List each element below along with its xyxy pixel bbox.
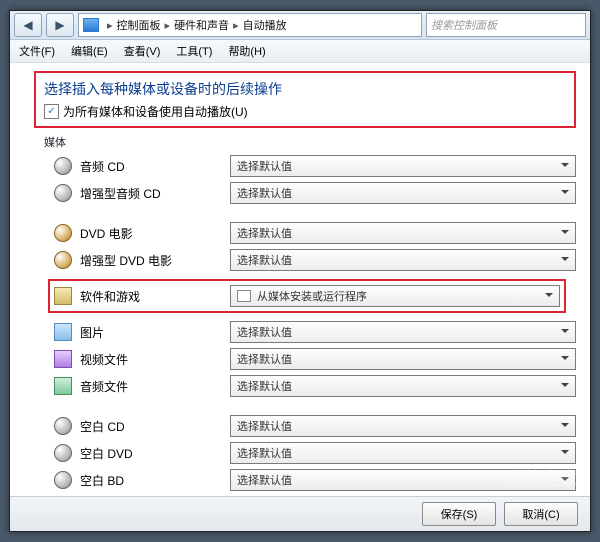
media-row: 空白 CD 选择默认值 bbox=[54, 415, 576, 437]
row-label: 增强型 DVD 电影 bbox=[80, 252, 230, 269]
autoplay-settings-window: ◀ ▶ ▸ 控制面板 ▸ 硬件和声音 ▸ 自动播放 搜索控制面板 文件(F) 编… bbox=[9, 10, 591, 532]
dropdown-default[interactable]: 选择默认值 bbox=[230, 442, 576, 464]
dropdown-value: 选择默认值 bbox=[237, 378, 292, 394]
dropdown-value: 选择默认值 bbox=[237, 418, 292, 434]
title-bar: ◀ ▶ ▸ 控制面板 ▸ 硬件和声音 ▸ 自动播放 搜索控制面板 bbox=[10, 11, 590, 40]
computer-icon bbox=[83, 18, 99, 32]
media-row: DVD 电影选择默认值 bbox=[54, 222, 576, 244]
media-icon bbox=[54, 323, 72, 341]
page-title: 选择插入每种媒体或设备时的后续操作 bbox=[44, 79, 566, 99]
media-row: 空白 BD 选择默认值 bbox=[54, 469, 576, 491]
dropdown-default[interactable]: 选择默认值 bbox=[230, 222, 576, 244]
media-row: 音频 CD 选择默认值 bbox=[54, 155, 576, 177]
media-icon bbox=[54, 377, 72, 395]
row-label: 增强型音频 CD bbox=[80, 185, 230, 202]
media-icon bbox=[54, 157, 72, 175]
media-icon bbox=[54, 184, 72, 202]
media-row: 图片选择默认值 bbox=[54, 321, 576, 343]
dropdown-default[interactable]: 选择默认值 bbox=[230, 321, 576, 343]
media-section-label: 媒体 bbox=[44, 134, 576, 150]
dropdown-value: 选择默认值 bbox=[237, 351, 292, 367]
dropdown-value: 选择默认值 bbox=[237, 185, 292, 201]
row-label: 空白 CD bbox=[80, 418, 230, 435]
forward-button[interactable]: ▶ bbox=[46, 13, 74, 37]
highlight-software: 软件和游戏 从媒体安装或运行程序 bbox=[48, 279, 566, 313]
autoplay-all-label: 为所有媒体和设备使用自动播放(U) bbox=[63, 103, 248, 120]
dropdown-value: 从媒体安装或运行程序 bbox=[257, 288, 367, 304]
row-label: 空白 DVD bbox=[80, 445, 230, 462]
crumb-hardware-sound[interactable]: 硬件和声音 bbox=[174, 17, 229, 33]
dropdown-default[interactable]: 选择默认值 bbox=[230, 415, 576, 437]
row-label: 音频 CD bbox=[80, 158, 230, 175]
breadcrumb[interactable]: ▸ 控制面板 ▸ 硬件和声音 ▸ 自动播放 bbox=[78, 13, 422, 37]
media-icon bbox=[54, 251, 72, 269]
media-icon bbox=[54, 417, 72, 435]
menu-bar: 文件(F) 编辑(E) 查看(V) 工具(T) 帮助(H) bbox=[10, 40, 590, 63]
media-icon bbox=[54, 350, 72, 368]
dropdown-value: 选择默认值 bbox=[237, 445, 292, 461]
content-area[interactable]: 选择插入每种媒体或设备时的后续操作 为所有媒体和设备使用自动播放(U) 媒体 音… bbox=[10, 63, 590, 497]
row-label: 图片 bbox=[80, 324, 230, 341]
search-placeholder: 搜索控制面板 bbox=[431, 17, 497, 33]
menu-edit[interactable]: 编辑(E) bbox=[68, 41, 111, 61]
dropdown-value: 选择默认值 bbox=[237, 225, 292, 241]
row-label: 音频文件 bbox=[80, 378, 230, 395]
dropdown-default[interactable]: 选择默认值 bbox=[230, 155, 576, 177]
media-icon bbox=[54, 444, 72, 462]
crumb-autoplay[interactable]: 自动播放 bbox=[243, 17, 287, 33]
dropdown-value: 选择默认值 bbox=[237, 252, 292, 268]
media-row: 增强型 DVD 电影选择默认值 bbox=[54, 249, 576, 271]
dropdown-value: 选择默认值 bbox=[237, 324, 292, 340]
footer: 保存(S) 取消(C) bbox=[10, 496, 590, 531]
dropdown-software[interactable]: 从媒体安装或运行程序 bbox=[230, 285, 560, 307]
dropdown-default[interactable]: 选择默认值 bbox=[230, 375, 576, 397]
dropdown-default[interactable]: 选择默认值 bbox=[230, 348, 576, 370]
menu-file[interactable]: 文件(F) bbox=[16, 41, 58, 61]
back-button[interactable]: ◀ bbox=[14, 13, 42, 37]
media-icon bbox=[54, 224, 72, 242]
header-block: 选择插入每种媒体或设备时的后续操作 为所有媒体和设备使用自动播放(U) bbox=[34, 71, 576, 128]
search-input[interactable]: 搜索控制面板 bbox=[426, 13, 586, 37]
crumb-control-panel[interactable]: 控制面板 bbox=[117, 17, 161, 33]
row-label: 空白 BD bbox=[80, 472, 230, 489]
dropdown-default[interactable]: 选择默认值 bbox=[230, 182, 576, 204]
media-row: 增强型音频 CD 选择默认值 bbox=[54, 182, 576, 204]
menu-tools[interactable]: 工具(T) bbox=[173, 41, 215, 61]
row-label: DVD 电影 bbox=[80, 225, 230, 242]
row-software: 软件和游戏 从媒体安装或运行程序 bbox=[54, 285, 560, 307]
autoplay-all-checkbox[interactable] bbox=[44, 104, 59, 119]
dropdown-default[interactable]: 选择默认值 bbox=[230, 249, 576, 271]
menu-help[interactable]: 帮助(H) bbox=[225, 41, 268, 61]
save-button[interactable]: 保存(S) bbox=[422, 502, 496, 526]
dropdown-value: 选择默认值 bbox=[237, 472, 292, 488]
row-label: 软件和游戏 bbox=[80, 288, 230, 305]
media-row: 音频文件选择默认值 bbox=[54, 375, 576, 397]
media-row: 视频文件选择默认值 bbox=[54, 348, 576, 370]
media-icon bbox=[54, 471, 72, 489]
install-icon bbox=[237, 290, 251, 302]
media-row: 空白 DVD 选择默认值 bbox=[54, 442, 576, 464]
dropdown-default[interactable]: 选择默认值 bbox=[230, 469, 576, 491]
dropdown-value: 选择默认值 bbox=[237, 158, 292, 174]
menu-view[interactable]: 查看(V) bbox=[121, 41, 164, 61]
row-label: 视频文件 bbox=[80, 351, 230, 368]
cancel-button[interactable]: 取消(C) bbox=[504, 502, 578, 526]
software-icon bbox=[54, 287, 72, 305]
